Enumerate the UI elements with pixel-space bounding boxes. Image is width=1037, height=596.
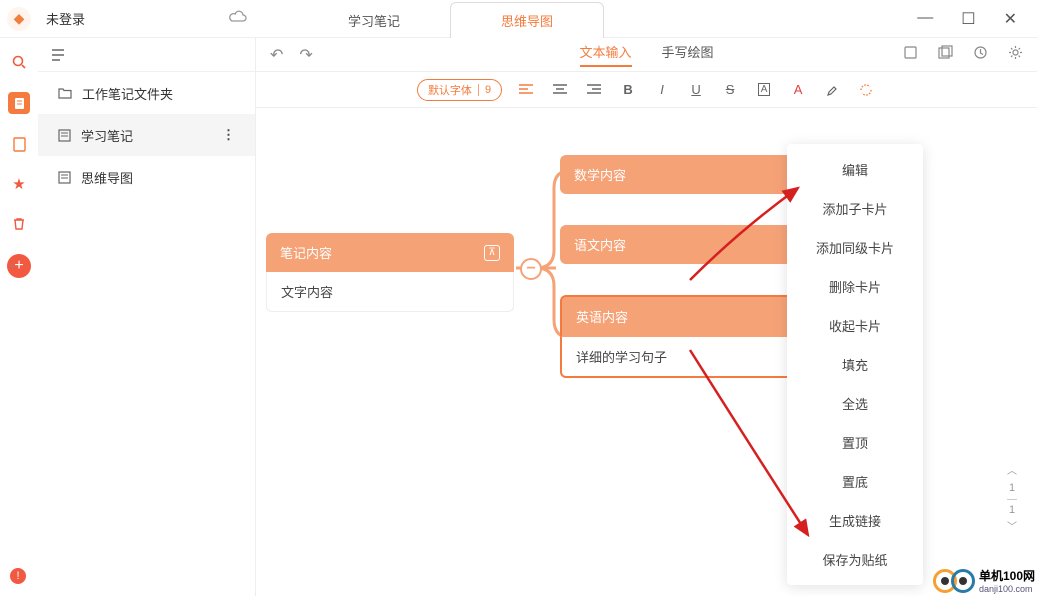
ctx-delete[interactable]: 删除卡片	[787, 267, 923, 306]
redo-icon[interactable]: ↷	[299, 45, 312, 65]
sidebar-item-mindmap[interactable]: 思维导图	[38, 156, 255, 198]
mindmap-node-english[interactable]: 英语内容 详细的学习句子	[560, 295, 806, 378]
settings-icon[interactable]	[1008, 45, 1023, 65]
page-down-icon[interactable]: ﹀	[1007, 520, 1017, 536]
card-icon[interactable]	[903, 45, 918, 65]
document-icon[interactable]	[8, 92, 30, 114]
watermark: 单机100网 danji100.com	[933, 567, 1035, 594]
collapse-sidebar-icon[interactable]: ‹	[10, 258, 14, 272]
search-icon[interactable]	[9, 52, 29, 72]
tab-notes[interactable]: 学习笔记	[298, 3, 450, 38]
undo-icon[interactable]: ↶	[270, 45, 283, 65]
sidebar-item-label: 学习笔记	[81, 126, 133, 145]
ctx-select-all[interactable]: 全选	[787, 384, 923, 423]
ctx-add-child[interactable]: 添加子卡片	[787, 189, 923, 228]
strikethrough-icon[interactable]: S	[720, 80, 740, 100]
ctx-edit[interactable]: 编辑	[787, 150, 923, 189]
refresh-icon[interactable]	[856, 80, 876, 100]
italic-icon[interactable]: I	[652, 80, 672, 100]
collapse-node-icon[interactable]: −	[520, 258, 542, 280]
login-status[interactable]: 未登录	[38, 9, 218, 28]
page-icon	[58, 171, 71, 184]
page-indicator: ︿ 1 1 ﹀	[1007, 464, 1017, 536]
mode-handwriting[interactable]: 手写绘图	[662, 42, 714, 67]
font-selector[interactable]: 默认字体 9	[417, 79, 502, 101]
sidebar-item-label: 思维导图	[81, 168, 133, 187]
mindmap-root-node[interactable]: 笔记内容 ⊼ 文字内容	[266, 233, 514, 312]
more-icon[interactable]: ⋮	[222, 127, 235, 143]
collapse-icon[interactable]: ⊼	[484, 245, 500, 261]
cloud-icon[interactable]	[218, 9, 258, 28]
close-button[interactable]: ✕	[1004, 9, 1017, 29]
clock-icon[interactable]	[973, 45, 988, 65]
page-icon	[58, 129, 71, 142]
highlight-icon[interactable]	[822, 80, 842, 100]
sidebar-item-label: 工作笔记文件夹	[82, 84, 173, 103]
bold-icon[interactable]: B	[618, 80, 638, 100]
mode-text-input[interactable]: 文本输入	[579, 42, 631, 67]
mindmap-node-chinese[interactable]: 语文内容	[560, 225, 806, 264]
ctx-fill[interactable]: 填充	[787, 345, 923, 384]
warning-badge[interactable]: !	[10, 568, 26, 584]
ctx-to-bottom[interactable]: 置底	[787, 462, 923, 501]
maximize-button[interactable]: ☐	[961, 9, 975, 29]
app-logo: ◆	[0, 0, 38, 38]
star-icon[interactable]: ★	[9, 174, 29, 194]
trash-icon[interactable]	[9, 214, 29, 234]
align-left-icon[interactable]	[516, 80, 536, 100]
align-center-icon[interactable]	[550, 80, 570, 100]
context-menu: 编辑 添加子卡片 添加同级卡片 删除卡片 收起卡片 填充 全选 置顶 置底 生成…	[787, 144, 923, 585]
sidebar-header[interactable]	[38, 38, 255, 72]
folder-icon	[58, 87, 72, 99]
list-icon	[52, 48, 68, 62]
sidebar-item-notes[interactable]: 学习笔记 ⋮	[38, 114, 255, 156]
mindmap-node-math[interactable]: 数学内容	[560, 155, 806, 194]
page-up-icon[interactable]: ︿	[1007, 464, 1017, 480]
layers-icon[interactable]	[938, 45, 953, 65]
note-icon[interactable]	[9, 134, 29, 154]
ctx-save-sticker[interactable]: 保存为贴纸	[787, 540, 923, 579]
align-right-icon[interactable]	[584, 80, 604, 100]
ctx-to-top[interactable]: 置顶	[787, 423, 923, 462]
tab-mindmap[interactable]: 思维导图	[450, 2, 604, 39]
minimize-button[interactable]: —	[917, 9, 933, 29]
ctx-collapse[interactable]: 收起卡片	[787, 306, 923, 345]
text-color-icon[interactable]: A	[788, 80, 808, 100]
text-box-icon[interactable]: A	[754, 80, 774, 100]
ctx-gen-link[interactable]: 生成链接	[787, 501, 923, 540]
ctx-add-sibling[interactable]: 添加同级卡片	[787, 228, 923, 267]
sidebar-item-folder[interactable]: 工作笔记文件夹	[38, 72, 255, 114]
underline-icon[interactable]: U	[686, 80, 706, 100]
